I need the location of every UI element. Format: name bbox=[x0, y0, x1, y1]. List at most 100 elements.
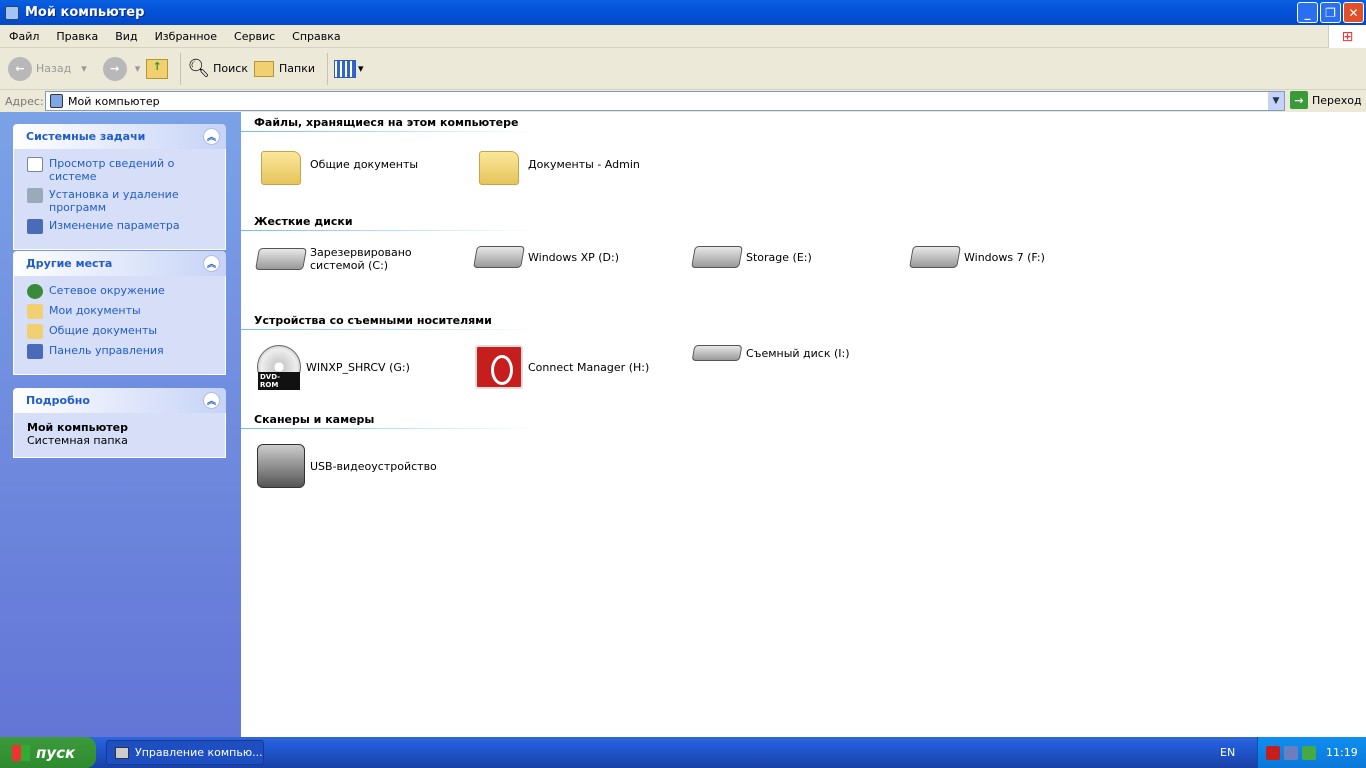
folders-icon bbox=[253, 60, 274, 77]
drive-c-item[interactable]: Зарезервировано системой (C:) bbox=[255, 246, 467, 272]
menu-edit[interactable]: Правка bbox=[47, 30, 106, 43]
view-system-info-link[interactable]: Просмотр сведений о системе bbox=[27, 157, 215, 183]
change-setting-link[interactable]: Изменение параметра bbox=[27, 219, 215, 234]
go-arrow-icon: → bbox=[1290, 91, 1308, 109]
dvd-drive-icon: DVD-ROM bbox=[257, 345, 301, 390]
maximize-button[interactable]: ❐ bbox=[1320, 2, 1341, 23]
group-divider bbox=[241, 230, 536, 231]
folder-icon bbox=[261, 151, 301, 185]
title-bar: Мой компьютер _ ❐ ✕ bbox=[0, 0, 1366, 25]
folders-button[interactable]: Папки bbox=[253, 60, 315, 77]
address-dropdown-button[interactable]: ▼ bbox=[1268, 92, 1284, 110]
other-places-header[interactable]: Другие места ︽ bbox=[13, 251, 226, 276]
search-icon: 🔍︎ bbox=[187, 58, 211, 79]
add-remove-programs-link[interactable]: Установка и удаление программ bbox=[27, 188, 215, 214]
language-indicator[interactable]: EN bbox=[1220, 746, 1235, 759]
admin-documents-item[interactable]: Документы - Admin bbox=[475, 147, 685, 185]
menu-help[interactable]: Справка bbox=[283, 30, 348, 43]
control-panel-link[interactable]: Панель управления bbox=[27, 344, 215, 359]
up-folder-icon: ↑ bbox=[146, 58, 169, 79]
collapse-chevron-icon[interactable]: ︽ bbox=[203, 392, 220, 409]
group-divider bbox=[241, 428, 536, 429]
taskbar: пуск Управление компью... EN 11:19 bbox=[0, 737, 1366, 768]
shared-documents-link[interactable]: Общие документы bbox=[27, 324, 215, 339]
my-documents-icon bbox=[27, 304, 43, 319]
shared-documents-item[interactable]: Общие документы bbox=[257, 147, 467, 185]
group-header: Жесткие диски bbox=[254, 215, 353, 228]
hard-drive-icon bbox=[473, 246, 525, 268]
windows-logo-icon: ⊞ bbox=[1328, 25, 1366, 48]
my-computer-icon bbox=[50, 94, 63, 108]
network-icon bbox=[27, 284, 43, 299]
safely-remove-icon[interactable] bbox=[1302, 745, 1316, 760]
toolbar-separator bbox=[326, 52, 328, 85]
back-arrow-icon: ← bbox=[8, 56, 32, 81]
up-folder-button[interactable]: ↑ bbox=[146, 58, 169, 79]
details-header[interactable]: Подробно ︽ bbox=[13, 388, 226, 413]
group-header: Устройства со съемными носителями bbox=[254, 314, 492, 327]
address-label: Адрес: bbox=[5, 94, 44, 108]
address-bar: Адрес: Мой компьютер ▼ → Переход bbox=[0, 90, 1366, 112]
taskbar-item-computer-management[interactable]: Управление компью... bbox=[106, 740, 264, 765]
back-button[interactable]: ← Назад ▾ bbox=[8, 56, 87, 81]
file-view: Файлы, хранящиеся на этом компьютере Общ… bbox=[241, 112, 1366, 737]
hard-drive-icon bbox=[691, 246, 743, 268]
task-pane: Системные задачи ︽ Просмотр сведений о си… bbox=[0, 112, 241, 737]
views-button[interactable]: ▾ bbox=[333, 59, 364, 78]
toolbar-separator bbox=[180, 52, 182, 85]
system-tasks-header[interactable]: Системные задачи ︽ bbox=[13, 124, 226, 149]
drive-d-item[interactable]: Windows XP (D:) bbox=[473, 246, 685, 268]
other-places-panel: Другие места ︽ Сетевое окружение Мои доку… bbox=[13, 251, 226, 375]
menu-favorites[interactable]: Избранное bbox=[146, 30, 225, 43]
collapse-chevron-icon[interactable]: ︽ bbox=[203, 255, 220, 272]
forward-arrow-icon: → bbox=[102, 56, 127, 81]
details-name: Мой компьютер bbox=[27, 421, 129, 434]
drive-e-item[interactable]: Storage (E:) bbox=[691, 246, 903, 268]
connect-manager-tray-icon[interactable] bbox=[1266, 745, 1280, 760]
folder-icon bbox=[27, 324, 43, 339]
views-icon bbox=[333, 59, 356, 78]
windows-flag-icon bbox=[12, 744, 30, 761]
drive-f-item[interactable]: Windows 7 (F:) bbox=[909, 246, 1121, 268]
group-header: Файлы, хранящиеся на этом компьютере bbox=[254, 116, 519, 129]
group-header: Сканеры и камеры bbox=[254, 413, 375, 426]
camera-icon bbox=[257, 444, 305, 488]
clock[interactable]: 11:19 bbox=[1326, 746, 1358, 759]
drive-g-item[interactable]: DVD-ROM WINXP_SHRCV (G:) bbox=[257, 345, 467, 390]
group-divider bbox=[241, 329, 536, 330]
control-panel-icon bbox=[27, 344, 43, 359]
usb-video-item[interactable]: USB-видеоустройство bbox=[257, 444, 467, 488]
my-computer-icon bbox=[5, 5, 19, 20]
close-button[interactable]: ✕ bbox=[1343, 2, 1364, 23]
minimize-button[interactable]: _ bbox=[1297, 2, 1318, 23]
drive-i-item[interactable]: Съемный диск (I:) bbox=[691, 345, 903, 361]
menu-file[interactable]: Файл bbox=[0, 30, 47, 43]
computer-management-icon bbox=[115, 746, 129, 759]
removable-disk-icon bbox=[691, 345, 743, 361]
start-button[interactable]: пуск bbox=[0, 737, 96, 768]
system-tasks-panel: Системные задачи ︽ Просмотр сведений о си… bbox=[13, 124, 226, 250]
search-button[interactable]: 🔍︎ Поиск bbox=[187, 58, 248, 79]
collapse-chevron-icon[interactable]: ︽ bbox=[203, 128, 220, 145]
network-disconnected-icon[interactable] bbox=[1284, 745, 1298, 760]
folder-icon bbox=[479, 151, 519, 185]
go-button[interactable]: → Переход bbox=[1290, 91, 1362, 109]
hard-drive-icon bbox=[255, 248, 307, 270]
forward-button[interactable]: → ▾ bbox=[102, 56, 140, 81]
address-input[interactable]: Мой компьютер ▼ bbox=[45, 91, 1285, 111]
details-panel: Подробно ︽ Мой компьютер Системная папка bbox=[13, 388, 226, 458]
drive-h-item[interactable]: Connect Manager (H:) bbox=[475, 345, 685, 389]
my-documents-link[interactable]: Мои документы bbox=[27, 304, 215, 319]
menu-view[interactable]: Вид bbox=[106, 30, 145, 43]
connect-manager-icon bbox=[475, 345, 523, 389]
details-type: Системная папка bbox=[27, 434, 128, 447]
network-places-link[interactable]: Сетевое окружение bbox=[27, 284, 215, 299]
toolbar: ← Назад ▾ → ▾ ↑ 🔍︎ Поиск Папки ▾ bbox=[0, 48, 1366, 90]
group-divider bbox=[241, 131, 536, 132]
window-title: Мой компьютер bbox=[25, 5, 145, 20]
add-remove-icon bbox=[27, 188, 43, 203]
menu-bar: Файл Правка Вид Избранное Сервис Справка… bbox=[0, 25, 1366, 48]
menu-tools[interactable]: Сервис bbox=[225, 30, 283, 43]
system-tray: 11:19 bbox=[1257, 737, 1366, 768]
hard-drive-icon bbox=[909, 246, 961, 268]
